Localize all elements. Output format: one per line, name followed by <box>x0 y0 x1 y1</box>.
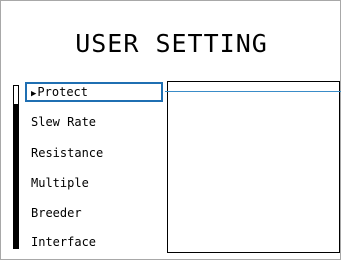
scrollbar-thumb[interactable] <box>13 85 19 105</box>
menu-item-label: Breeder <box>31 206 82 220</box>
menu-item-label: Resistance <box>31 146 104 160</box>
menu-item-slew-rate[interactable]: Slew Rate <box>25 112 163 132</box>
menu-item-breeder[interactable]: Breeder <box>25 203 163 223</box>
menu-item-label: Interface <box>31 235 97 249</box>
menu-item-multiple[interactable]: Multiple <box>25 173 163 193</box>
menu-item-protect[interactable]: ▶Protect <box>25 82 163 102</box>
menu-item-label: Slew Rate <box>31 115 97 129</box>
selection-connector-line <box>165 91 341 92</box>
selection-arrow-icon: ▶ <box>31 89 37 99</box>
detail-panel <box>167 81 340 253</box>
menu-item-resistance[interactable]: Resistance <box>25 143 163 163</box>
menu-item-label: Protect <box>37 85 88 99</box>
menu-item-label: Multiple <box>31 176 89 190</box>
menu-item-interface[interactable]: Interface <box>25 232 163 252</box>
device-screen: USER SETTING ▶Protect Slew Rate Resistan… <box>0 0 341 260</box>
page-title: USER SETTING <box>75 29 268 58</box>
menu-scrollbar[interactable] <box>13 85 19 249</box>
